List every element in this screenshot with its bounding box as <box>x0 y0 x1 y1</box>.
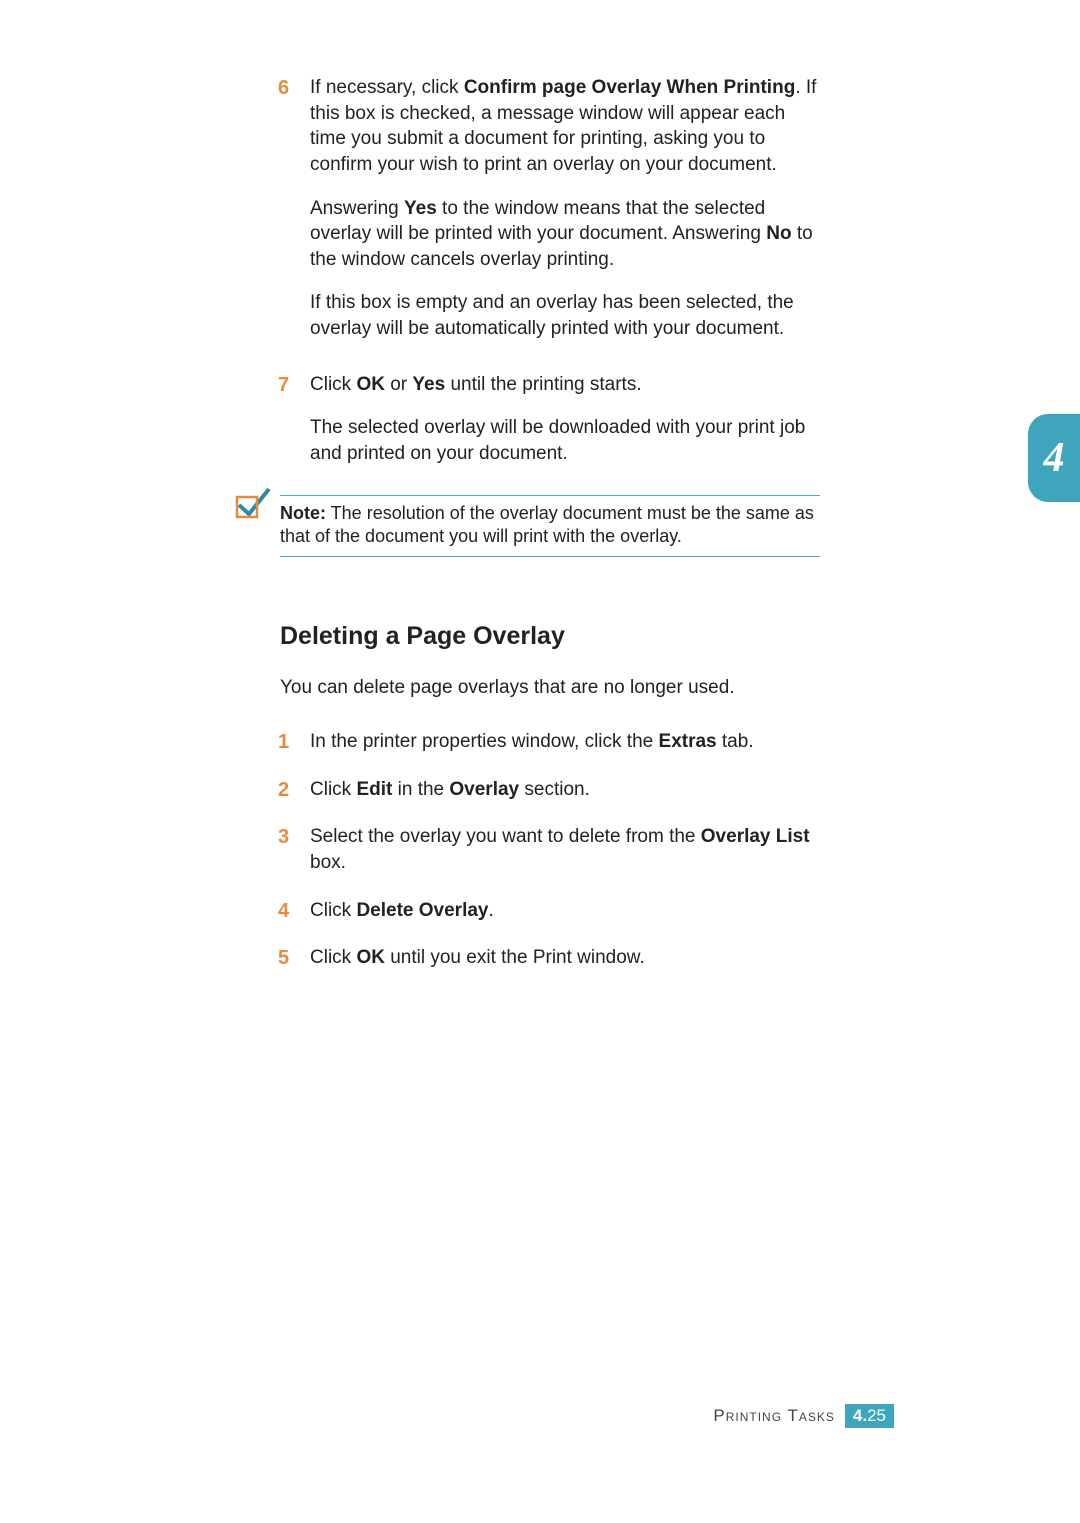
footer-chapter: 4. <box>853 1406 867 1425</box>
text-run: until you exit the Print window. <box>385 947 645 968</box>
footer-section-label: Printing Tasks <box>713 1406 835 1426</box>
page-content: 6 If necessary, click Confirm page Overl… <box>280 75 820 993</box>
bold-text: Extras <box>659 731 717 752</box>
footer-page: 25 <box>867 1406 886 1425</box>
body-text: If this box is empty and an overlay has … <box>310 290 820 341</box>
step-number: 2 <box>278 777 289 804</box>
body-text: Click Edit in the Overlay section. <box>310 779 590 800</box>
page-number-badge: 4.25 <box>845 1404 894 1428</box>
text-run: Click <box>310 779 356 800</box>
text-run: The resolution of the overlay document m… <box>280 503 814 546</box>
step-7: 7 Click OK or Yes until the printing sta… <box>280 372 820 467</box>
document-page: 4 6 If necessary, click Confirm page Ove… <box>0 0 1080 1523</box>
body-text: Select the overlay you want to delete fr… <box>310 826 810 873</box>
text-run: If necessary, click <box>310 77 464 98</box>
delete-step-2: 2 Click Edit in the Overlay section. <box>280 777 820 803</box>
step-number: 5 <box>278 945 289 972</box>
step-6: 6 If necessary, click Confirm page Overl… <box>280 75 820 342</box>
delete-step-1: 1 In the printer properties window, clic… <box>280 729 820 755</box>
chapter-tab-number: 4 <box>1044 434 1065 482</box>
note-box: Note: The resolution of the overlay docu… <box>280 495 820 558</box>
text-run: until the printing starts. <box>445 374 641 395</box>
page-footer: Printing Tasks 4.25 <box>713 1404 894 1428</box>
bold-text: Yes <box>412 374 445 395</box>
text-run: Select the overlay you want to delete fr… <box>310 826 701 847</box>
body-text: Answering Yes to the window means that t… <box>310 196 820 273</box>
chapter-tab: 4 <box>1028 414 1080 502</box>
step-number: 6 <box>278 75 289 102</box>
delete-step-4: 4 Click Delete Overlay. <box>280 898 820 924</box>
body-text: If necessary, click Confirm page Overlay… <box>310 77 816 175</box>
text-run: Click <box>310 900 356 921</box>
note-text: Note: The resolution of the overlay docu… <box>280 502 820 549</box>
step-number: 1 <box>278 729 289 756</box>
section-heading: Deleting a Page Overlay <box>280 622 820 651</box>
bold-text: Edit <box>356 779 392 800</box>
text-run: in the <box>392 779 449 800</box>
delete-step-5: 5 Click OK until you exit the Print wind… <box>280 945 820 971</box>
bold-text: OK <box>356 947 385 968</box>
body-text: Click OK until you exit the Print window… <box>310 947 645 968</box>
body-text: Click OK or Yes until the printing start… <box>310 374 642 395</box>
bold-text: Confirm page Overlay When Printing <box>464 77 796 98</box>
step-number: 7 <box>278 372 289 399</box>
text-run: section. <box>519 779 590 800</box>
divider <box>280 556 820 557</box>
bold-text: Delete Overlay <box>356 900 488 921</box>
delete-step-3: 3 Select the overlay you want to delete … <box>280 824 820 875</box>
step-number: 3 <box>278 824 289 851</box>
body-text: In the printer properties window, click … <box>310 731 754 752</box>
text-run: Click <box>310 947 356 968</box>
text-run: or <box>385 374 412 395</box>
divider <box>280 495 820 496</box>
note-label: Note: <box>280 503 326 523</box>
text-run: . <box>488 900 493 921</box>
bold-text: No <box>766 223 791 244</box>
text-run: Answering <box>310 198 404 219</box>
text-run: box. <box>310 852 346 873</box>
checkmark-icon <box>235 483 275 519</box>
bold-text: Overlay <box>449 779 519 800</box>
text-run: tab. <box>717 731 754 752</box>
text-run: In the printer properties window, click … <box>310 731 659 752</box>
text-run: Click <box>310 374 356 395</box>
bold-text: Yes <box>404 198 437 219</box>
body-text: The selected overlay will be downloaded … <box>310 415 820 466</box>
body-text: You can delete page overlays that are no… <box>280 675 820 701</box>
bold-text: Overlay List <box>701 826 810 847</box>
body-text: Click Delete Overlay. <box>310 900 494 921</box>
bold-text: OK <box>356 374 385 395</box>
step-number: 4 <box>278 898 289 925</box>
